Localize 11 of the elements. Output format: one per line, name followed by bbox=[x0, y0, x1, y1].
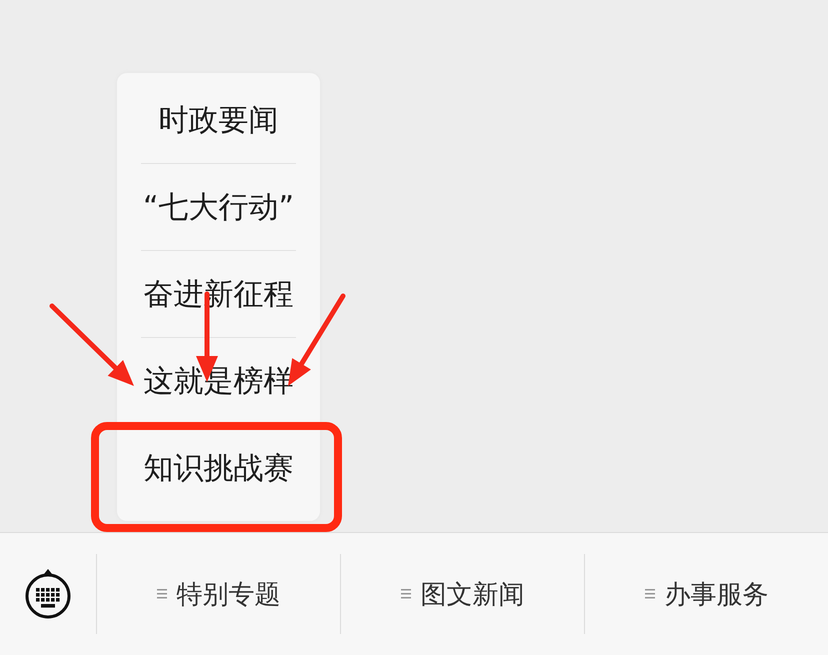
menu-icon bbox=[156, 588, 166, 600]
menu-icon bbox=[400, 588, 410, 600]
menu-item[interactable]: “七大行动” bbox=[142, 186, 294, 228]
menu-tab[interactable]: 特别专题 bbox=[96, 554, 340, 634]
keyboard-icon bbox=[24, 568, 72, 620]
menu-icon bbox=[644, 588, 654, 600]
menu-tab[interactable]: 办事服务 bbox=[584, 554, 828, 634]
menu-item[interactable]: 时政要闻 bbox=[158, 100, 278, 140]
menu-item[interactable]: 这就是榜样 bbox=[144, 360, 294, 402]
menu-tab[interactable]: 图文新闻 bbox=[340, 554, 584, 634]
menu-item[interactable]: 知识挑战赛 bbox=[144, 448, 294, 488]
